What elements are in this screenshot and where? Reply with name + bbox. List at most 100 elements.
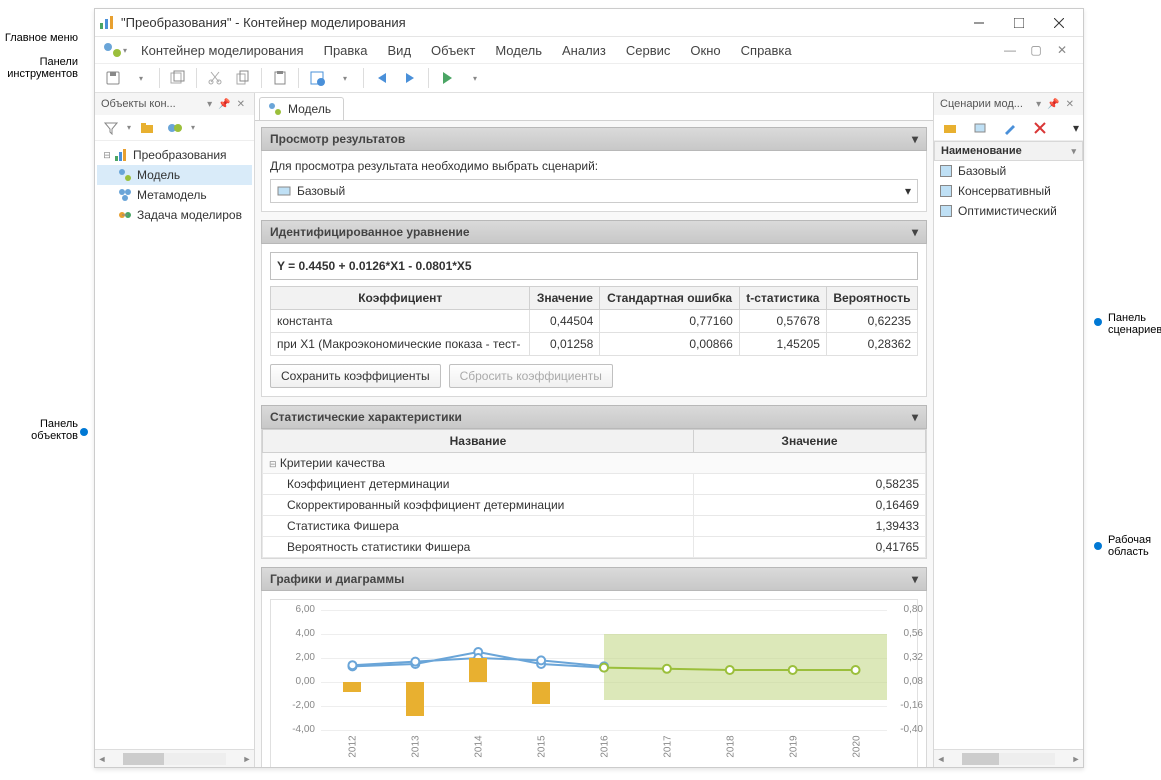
- object-tree: ⊟ Преобразования Модель Метамодель Задач…: [95, 141, 254, 229]
- tab-row: Модель: [255, 93, 933, 121]
- scenario-item[interactable]: Консервативный: [934, 181, 1083, 201]
- window-title: "Преобразования" - Контейнер моделирован…: [121, 15, 959, 30]
- menu-model[interactable]: Модель: [485, 39, 552, 62]
- scenarios-panel-title: Сценарии мод...: [940, 98, 1023, 110]
- callout-main-menu: Главное меню: [0, 32, 78, 44]
- table-row[interactable]: Скорректированный коэффициент детерминац…: [263, 495, 926, 516]
- close-button[interactable]: [1039, 10, 1079, 36]
- refresh-dropdown[interactable]: ▾: [333, 66, 357, 90]
- right-hscroll[interactable]: ◄►: [934, 749, 1083, 767]
- main-toolbar: ▾ ▾ ▾: [95, 63, 1083, 93]
- equation-formula: Y = 0.4450 + 0.0126*X1 - 0.0801*X5: [270, 252, 918, 280]
- save-coefficients-button[interactable]: Сохранить коэффициенты: [270, 364, 441, 388]
- panel-dropdown-icon[interactable]: ▾: [1033, 99, 1044, 110]
- collapse-icon[interactable]: ▾: [912, 132, 918, 146]
- scen-delete-icon[interactable]: [1028, 116, 1052, 140]
- menu-container[interactable]: Контейнер моделирования: [131, 39, 314, 62]
- menu-view[interactable]: Вид: [378, 39, 422, 62]
- tab-icon: [268, 102, 282, 116]
- scenario-item[interactable]: Базовый: [934, 161, 1083, 181]
- folder-icon[interactable]: [135, 116, 159, 140]
- tree-item-task[interactable]: Задача моделиров: [97, 205, 252, 225]
- coefficients-table: Коэффициент Значение Стандартная ошибка …: [270, 286, 918, 356]
- save-button[interactable]: [101, 66, 125, 90]
- table-row[interactable]: при X1 (Макроэкономические показа - тест…: [271, 333, 918, 356]
- reset-coefficients-button[interactable]: Сбросить коэффициенты: [449, 364, 613, 388]
- objects-panel-title: Объекты кон...: [101, 98, 176, 110]
- stats-group[interactable]: ⊟ Критерии качества: [263, 453, 926, 474]
- run-button[interactable]: [435, 66, 459, 90]
- menu-service[interactable]: Сервис: [616, 39, 681, 62]
- scen-new-icon[interactable]: [968, 116, 992, 140]
- tree-item-metamodel[interactable]: Метамодель: [97, 185, 252, 205]
- scenarios-column-header: Наименование ▾: [934, 141, 1083, 161]
- menu-analysis[interactable]: Анализ: [552, 39, 616, 62]
- app-icon: [99, 15, 115, 31]
- add-model-icon[interactable]: [163, 116, 187, 140]
- menu-help[interactable]: Справка: [731, 39, 802, 62]
- chevron-down-icon: ▾: [905, 184, 911, 198]
- mdi-close-icon[interactable]: ✕: [1053, 41, 1071, 59]
- menu-window[interactable]: Окно: [680, 39, 730, 62]
- panel-pin-icon[interactable]: 📌: [1044, 99, 1062, 110]
- cut-button[interactable]: [203, 66, 227, 90]
- results-hint: Для просмотра результата необходимо выбр…: [270, 159, 918, 173]
- model-node-icon: [117, 167, 133, 183]
- mdi-minimize-icon[interactable]: —: [1001, 41, 1019, 59]
- minimize-button[interactable]: [959, 10, 999, 36]
- menu-object[interactable]: Объект: [421, 39, 485, 62]
- callout-scenarios: Панель сценариев: [1108, 312, 1160, 336]
- scen-edit-icon[interactable]: [998, 116, 1022, 140]
- menubar: ▾ Контейнер моделирования Правка Вид Объ…: [95, 37, 1083, 63]
- table-row[interactable]: Коэффициент детерминации0,58235: [263, 474, 926, 495]
- scenario-icon: [277, 184, 291, 198]
- refresh-button[interactable]: [305, 66, 329, 90]
- callout-workarea: Рабочая область: [1108, 534, 1160, 558]
- save-dropdown[interactable]: ▾: [129, 66, 153, 90]
- task-icon: [117, 207, 133, 223]
- copy-button[interactable]: [231, 66, 255, 90]
- objects-panel: Объекты кон... ▾ 📌 ✕ ▾ ▾ ⊟ Преобразовани…: [95, 93, 255, 767]
- collapse-icon[interactable]: ▾: [912, 225, 918, 239]
- section-stats: Статистические характеристики ▾ Название…: [261, 405, 927, 559]
- callout-objects: Панель объектов: [0, 418, 78, 442]
- panel-pin-icon[interactable]: 📌: [215, 99, 233, 110]
- table-row[interactable]: Вероятность статистики Фишера0,41765: [263, 537, 926, 558]
- section-results: Просмотр результатов ▾ Для просмотра рез…: [261, 127, 927, 212]
- mdi-restore-icon[interactable]: ▢: [1027, 41, 1045, 59]
- back-button[interactable]: [370, 66, 394, 90]
- tree-root[interactable]: ⊟ Преобразования: [97, 145, 252, 165]
- menu-edit[interactable]: Правка: [314, 39, 378, 62]
- scenario-select[interactable]: Базовый ▾: [270, 179, 918, 203]
- maximize-button[interactable]: [999, 10, 1039, 36]
- chart: 6,000,804,000,562,000,320,000,08-2,00-0,…: [270, 599, 918, 767]
- scenarios-panel: Сценарии мод... ▾ 📌 ✕ ▾ Наименование ▾ Б…: [933, 93, 1083, 767]
- paste-button[interactable]: [268, 66, 292, 90]
- panel-close-icon[interactable]: ✕: [1063, 99, 1077, 110]
- table-row[interactable]: константа 0,44504 0,77160 0,57678 0,6223…: [271, 310, 918, 333]
- table-row[interactable]: Статистика Фишера1,39433: [263, 516, 926, 537]
- stats-table: НазваниеЗначение ⊟ Критерии качества Коэ…: [262, 429, 926, 558]
- metamodel-icon: [117, 187, 133, 203]
- section-charts: Графики и диаграммы ▾ 6,000,804,000,562,…: [261, 567, 927, 767]
- panel-dropdown-icon[interactable]: ▾: [204, 99, 215, 110]
- app-window: "Преобразования" - Контейнер моделирован…: [94, 8, 1084, 768]
- section-equation: Идентифицированное уравнение ▾ Y = 0.445…: [261, 220, 927, 397]
- forward-button[interactable]: [398, 66, 422, 90]
- chart-icon: [113, 147, 129, 163]
- collapse-icon[interactable]: ▾: [912, 572, 918, 586]
- run-dropdown[interactable]: ▾: [463, 66, 487, 90]
- filter-icon[interactable]: [99, 116, 123, 140]
- panel-close-icon[interactable]: ✕: [234, 99, 248, 110]
- model-icon[interactable]: ▾: [99, 40, 131, 60]
- titlebar: "Преобразования" - Контейнер моделирован…: [95, 9, 1083, 37]
- save-all-button[interactable]: [166, 66, 190, 90]
- tab-model[interactable]: Модель: [259, 97, 344, 120]
- callout-toolbar: Панели инструментов: [0, 56, 78, 80]
- scenario-item[interactable]: Оптимистический: [934, 201, 1083, 221]
- tree-item-model[interactable]: Модель: [97, 165, 252, 185]
- scen-folder-icon[interactable]: [938, 116, 962, 140]
- left-hscroll[interactable]: ◄►: [95, 749, 254, 767]
- scen-more-icon[interactable]: ▾: [1073, 121, 1079, 135]
- collapse-icon[interactable]: ▾: [912, 410, 918, 424]
